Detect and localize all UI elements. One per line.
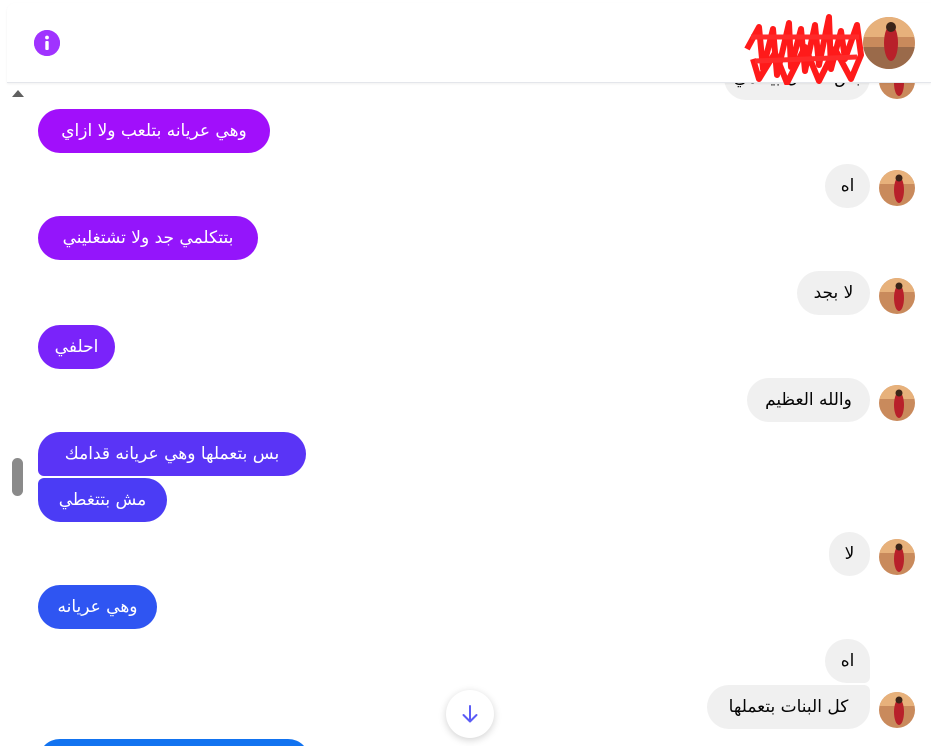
info-icon[interactable]	[34, 30, 60, 56]
message-text: والله العظيم	[765, 390, 852, 410]
message-bubble-outgoing[interactable]	[38, 739, 310, 746]
avatar	[879, 539, 915, 575]
message-text: لا	[844, 544, 855, 564]
avatar	[879, 385, 915, 421]
scrollbar-track[interactable]	[7, 83, 29, 746]
avatar	[879, 278, 915, 314]
message-text: اه	[840, 651, 855, 671]
message-bubble-incoming[interactable]: والله العظيم	[747, 378, 870, 422]
message-bubble-incoming[interactable]: لا بجد	[797, 271, 870, 315]
message-text: وهي عريانه	[57, 597, 138, 617]
scrollbar-thumb[interactable]	[12, 458, 23, 496]
message-bubble-outgoing[interactable]: مش بتتغطي	[38, 478, 167, 522]
message-bubble-outgoing[interactable]: وهي عريانه بتلعب ولا ازاي	[38, 109, 270, 153]
scroll-to-bottom-button[interactable]	[446, 690, 494, 738]
contact-avatar[interactable]	[863, 17, 915, 69]
message-text: لا بجد	[813, 283, 854, 303]
scroll-up-arrow-icon[interactable]	[12, 90, 24, 97]
redaction-scribble	[744, 14, 864, 85]
conversation-header	[7, 3, 931, 85]
avatar	[879, 170, 915, 206]
message-text: اه	[840, 176, 855, 196]
message-text: كل البنات بتعملها	[728, 697, 849, 717]
avatar	[879, 692, 915, 728]
message-text: بتتكلمي جد ولا تشتغليني	[62, 228, 234, 248]
message-bubble-incoming[interactable]: كل البنات بتعملها	[707, 685, 870, 729]
message-text: مش بتتغطي	[58, 490, 147, 510]
message-bubble-outgoing[interactable]: بس بتعملها وهي عريانه قدامك	[38, 432, 306, 476]
message-bubble-outgoing[interactable]: احلفي	[38, 325, 115, 369]
arrow-down-icon	[462, 705, 478, 723]
message-bubble-incoming[interactable]: لا	[829, 532, 870, 576]
message-text: احلفي	[54, 337, 99, 357]
message-text: وهي عريانه بتلعب ولا ازاي	[61, 121, 247, 141]
message-bubble-incoming[interactable]: اه	[825, 639, 870, 683]
message-bubble-incoming[interactable]: اه	[825, 164, 870, 208]
message-bubble-outgoing[interactable]: بتتكلمي جد ولا تشتغليني	[38, 216, 258, 260]
message-bubble-outgoing[interactable]: وهي عريانه	[38, 585, 157, 629]
message-text: بس بتعملها وهي عريانه قدامك	[64, 444, 280, 464]
